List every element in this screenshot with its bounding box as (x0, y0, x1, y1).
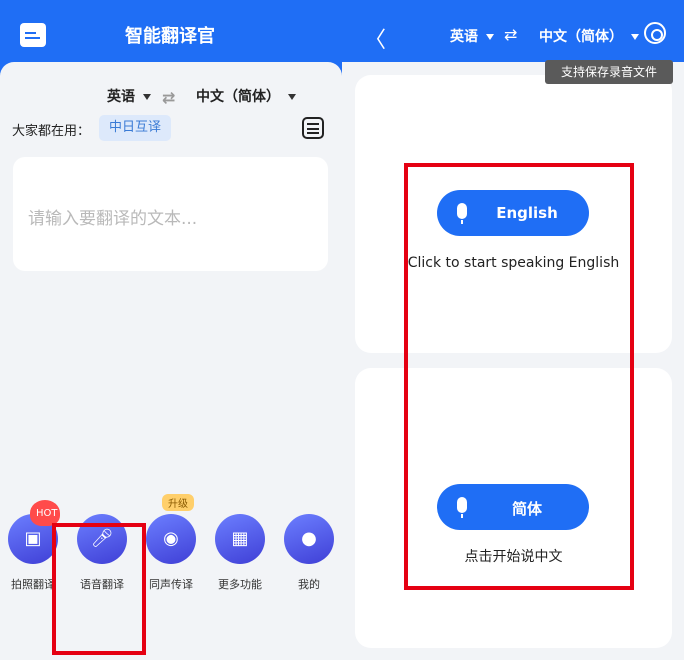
nav-more[interactable]: ▦ 更多功能 (207, 510, 273, 598)
nav-label: 同声传译 (149, 578, 193, 591)
upgrade-badge: 升级 (162, 494, 194, 511)
common-label: 大家都在用： (12, 124, 91, 139)
highlight-box-voice (52, 523, 146, 655)
nav-label: 更多功能 (218, 578, 262, 591)
document-icon[interactable] (20, 23, 46, 47)
voice-source-language[interactable]: 英语 (450, 26, 494, 46)
input-placeholder: 请输入要翻译的文本... (28, 209, 198, 229)
translate-input[interactable]: 请输入要翻译的文本... (13, 157, 328, 271)
home-header: 智能翻译官 (0, 0, 342, 68)
home-pane: 智能翻译官 英语 ⇄ 中文（简体） 大家都在用： 中日互译 请输入要翻译的文本.… (0, 0, 342, 660)
dropdown-triangle-icon (486, 34, 494, 40)
highlight-box-speak (404, 163, 634, 590)
nav-simultaneous[interactable]: ◉ 升级 同声传译 (138, 494, 204, 598)
common-chip[interactable]: 中日互译 (99, 115, 172, 141)
speaker-person-icon: ◉ (146, 514, 196, 564)
swap-icon[interactable]: ⇄ (504, 25, 517, 44)
app-screen: 智能翻译官 英语 ⇄ 中文（简体） 大家都在用： 中日互译 请输入要翻译的文本.… (0, 0, 684, 660)
nav-label: 我的 (298, 578, 320, 591)
source-language-dropdown[interactable]: 英语 (107, 86, 151, 106)
grid-icon: ▦ (215, 514, 265, 564)
user-icon: ● (284, 514, 334, 564)
swap-icon[interactable]: ⇄ (162, 88, 175, 107)
voice-target-language[interactable]: 中文（简体） (539, 26, 639, 46)
dropdown-triangle-icon (288, 94, 296, 100)
target-language-dropdown[interactable]: 中文（简体） (196, 86, 296, 106)
save-recording-tooltip: 支持保存录音文件 (545, 60, 673, 84)
voice-pane: 〈 英语 ⇄ 中文（简体） English Click to start spe… (342, 0, 684, 660)
nav-mine[interactable]: ● 我的 (276, 510, 342, 598)
voice-header: 〈 英语 ⇄ 中文（简体） (342, 0, 684, 68)
gear-icon[interactable] (644, 22, 666, 44)
language-selector: 英语 ⇄ 中文（简体） (0, 84, 342, 108)
settings-sliders-icon[interactable] (302, 117, 324, 139)
back-chevron-icon[interactable]: 〈 (364, 22, 386, 54)
app-title: 智能翻译官 (125, 26, 215, 47)
dropdown-triangle-icon (143, 94, 151, 100)
dropdown-triangle-icon (631, 34, 639, 40)
